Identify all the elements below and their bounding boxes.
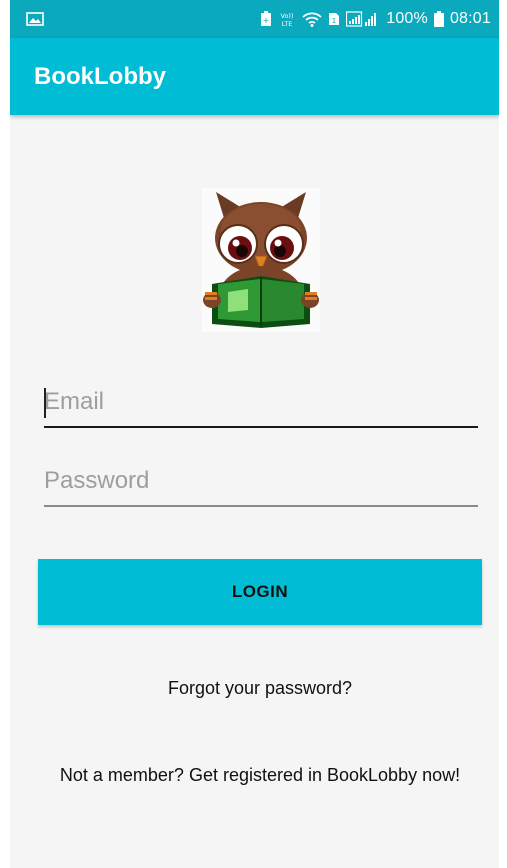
svg-text:LTE: LTE [282, 20, 293, 27]
clock: 08:01 [449, 10, 491, 27]
signal-icon [346, 11, 380, 27]
owl-reading-book-icon [202, 188, 320, 332]
battery-saver-icon: + [260, 11, 272, 27]
forgot-password-link[interactable]: Forgot your password? [30, 676, 490, 700]
app-logo [202, 188, 320, 332]
app-bar: BookLobby [10, 38, 499, 115]
email-input[interactable] [44, 378, 478, 426]
battery-icon [433, 11, 444, 27]
image-icon [26, 12, 44, 26]
password-field-container [44, 457, 478, 507]
svg-text:1: 1 [332, 17, 336, 25]
svg-text:+: + [263, 16, 270, 25]
svg-text:Vo)): Vo)) [281, 12, 294, 20]
login-screen: + Vo)) LTE 1 100% 08:01 BookLobby Email … [10, 0, 499, 868]
status-bar: + Vo)) LTE 1 100% 08:01 [10, 0, 499, 38]
text-cursor [44, 388, 46, 418]
password-input[interactable] [44, 457, 478, 505]
battery-percent: 100% [386, 10, 428, 27]
email-field-container [44, 378, 478, 428]
login-button[interactable]: LOGIN [38, 559, 482, 625]
wifi-icon [302, 11, 322, 27]
volte-icon: Vo)) LTE [278, 11, 296, 27]
app-title: BookLobby [34, 62, 166, 90]
sim-icon: 1 [328, 12, 340, 26]
register-link[interactable]: Not a member? Get registered in BookLobb… [30, 763, 490, 787]
